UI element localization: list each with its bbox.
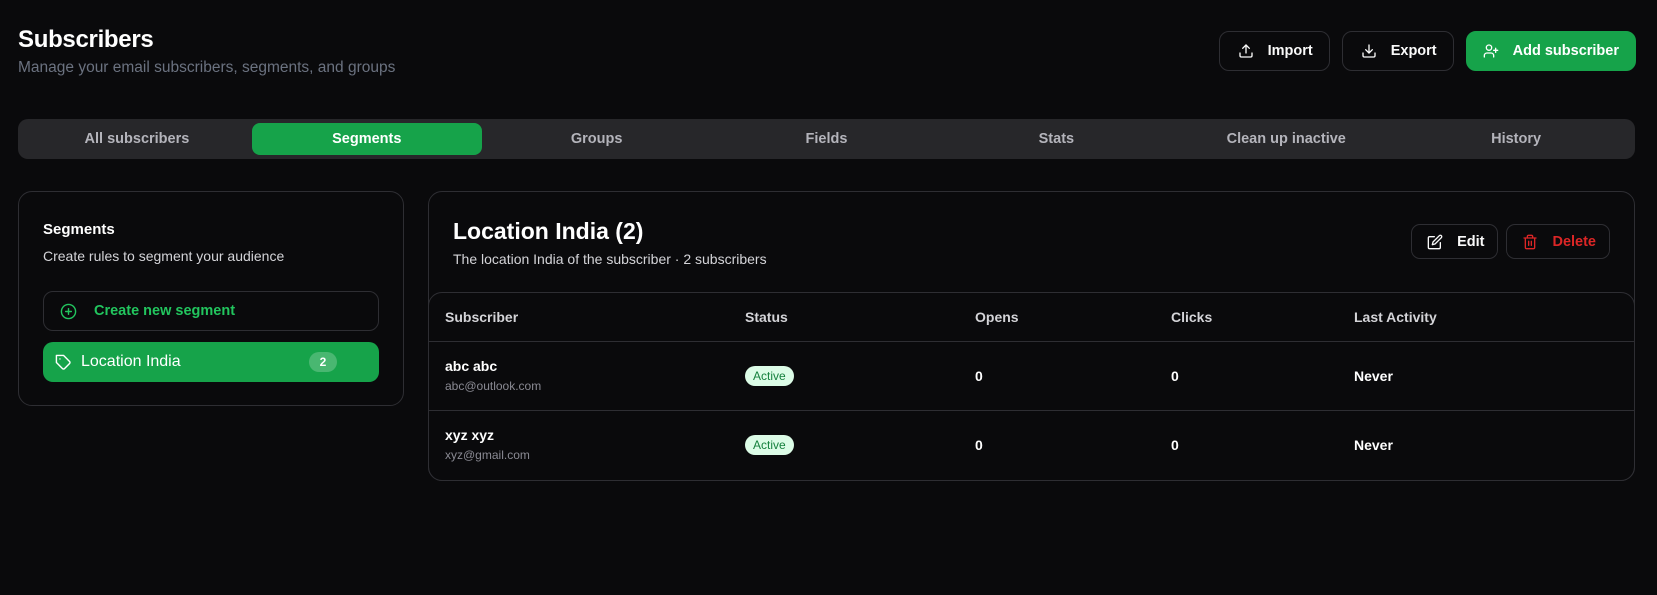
- status-badge: Active: [745, 365, 794, 386]
- page-subtitle: Manage your email subscribers, segments,…: [18, 59, 396, 76]
- last-activity-cell: Never: [1354, 436, 1393, 453]
- column-header-last-activity[interactable]: Last Activity: [1338, 293, 1634, 342]
- opens-cell: 0: [959, 341, 1155, 411]
- delete-segment-button[interactable]: Delete: [1506, 224, 1610, 259]
- tab-stats[interactable]: Stats: [941, 123, 1171, 155]
- segment-item-label: Location India: [81, 353, 181, 370]
- subscriber-cell: xyz xyz xyz@gmail.com: [429, 410, 729, 479]
- clicks-cell: 0: [1171, 436, 1179, 453]
- segments-panel-title: Segments: [43, 221, 115, 238]
- column-header-status[interactable]: Status: [729, 293, 959, 342]
- add-subscriber-button[interactable]: Add subscriber: [1465, 31, 1636, 71]
- tab-clean-up-inactive[interactable]: Clean up inactive: [1171, 123, 1401, 155]
- upload-icon: [1238, 43, 1254, 59]
- table-row[interactable]: abc abc abc@outlook.com Active 0 0 Never: [429, 341, 1634, 411]
- create-segment-label: Create new segment: [94, 303, 236, 319]
- status-cell: Active: [729, 410, 959, 479]
- export-button[interactable]: Export: [1341, 31, 1454, 71]
- opens-cell: 0: [975, 436, 983, 453]
- page-title: Subscribers: [18, 26, 154, 53]
- add-subscriber-label: Add subscriber: [1512, 43, 1619, 59]
- tab-fields[interactable]: Fields: [712, 123, 942, 155]
- segments-panel: Segments Create rules to segment your au…: [18, 191, 404, 406]
- tab-bar: All subscribers Segments Groups Fields S…: [18, 119, 1635, 159]
- trash-icon: [1522, 234, 1538, 250]
- segment-detail-actions: Edit Delete: [1411, 224, 1610, 259]
- segment-detail-title: Location India (2): [453, 218, 644, 244]
- edit-icon: [1427, 234, 1443, 250]
- download-icon: [1361, 43, 1377, 59]
- import-label: Import: [1267, 43, 1313, 59]
- column-header-opens[interactable]: Opens: [959, 293, 1155, 342]
- delete-label: Delete: [1552, 233, 1596, 250]
- segments-panel-description: Create rules to segment your audience: [43, 248, 285, 264]
- edit-label: Edit: [1457, 233, 1485, 250]
- table-header-row: Subscriber Status Opens Clicks Last Acti…: [429, 293, 1634, 342]
- header-actions: Import Export Add subscriber: [1218, 31, 1636, 71]
- clicks-cell: 0: [1155, 341, 1338, 411]
- status-badge: Active: [745, 434, 794, 455]
- segment-item-location-india[interactable]: Location India 2: [43, 342, 379, 382]
- subscriber-name: abc abc: [445, 358, 498, 374]
- column-header-clicks[interactable]: Clicks: [1155, 293, 1338, 342]
- subscribers-table-container: Subscriber Status Opens Clicks Last Acti…: [428, 292, 1635, 481]
- tab-segments[interactable]: Segments: [251, 123, 482, 155]
- page-header: Subscribers Manage your email subscriber…: [18, 26, 395, 77]
- last-activity-cell: Never: [1338, 341, 1634, 411]
- segment-count-badge: 2: [309, 352, 337, 372]
- table-row[interactable]: xyz xyz xyz@gmail.com Active 0 0 Never: [429, 410, 1634, 479]
- edit-segment-button[interactable]: Edit: [1411, 224, 1499, 259]
- status-cell: Active: [729, 341, 959, 411]
- tab-history[interactable]: History: [1401, 123, 1631, 155]
- subscriber-cell: abc abc abc@outlook.com: [429, 341, 729, 411]
- tab-all-subscribers[interactable]: All subscribers: [22, 123, 252, 155]
- plus-circle-icon: [60, 303, 77, 320]
- tab-groups[interactable]: Groups: [482, 123, 712, 155]
- subscriber-name: xyz xyz: [445, 427, 495, 444]
- subscriber-email: abc@outlook.com: [445, 379, 542, 393]
- user-plus-icon: [1483, 43, 1499, 59]
- import-button[interactable]: Import: [1218, 31, 1330, 71]
- subscribers-table: Subscriber Status Opens Clicks Last Acti…: [429, 293, 1634, 479]
- segment-detail-subtitle: The location India of the subscriber · 2…: [453, 251, 767, 267]
- export-label: Export: [1390, 43, 1437, 59]
- create-segment-button[interactable]: Create new segment: [43, 291, 379, 331]
- subscriber-email: xyz@gmail.com: [445, 448, 530, 463]
- segment-detail-panel: Location India (2) The location India of…: [428, 191, 1635, 481]
- tag-icon: [55, 354, 72, 371]
- column-header-subscriber[interactable]: Subscriber: [429, 293, 729, 342]
